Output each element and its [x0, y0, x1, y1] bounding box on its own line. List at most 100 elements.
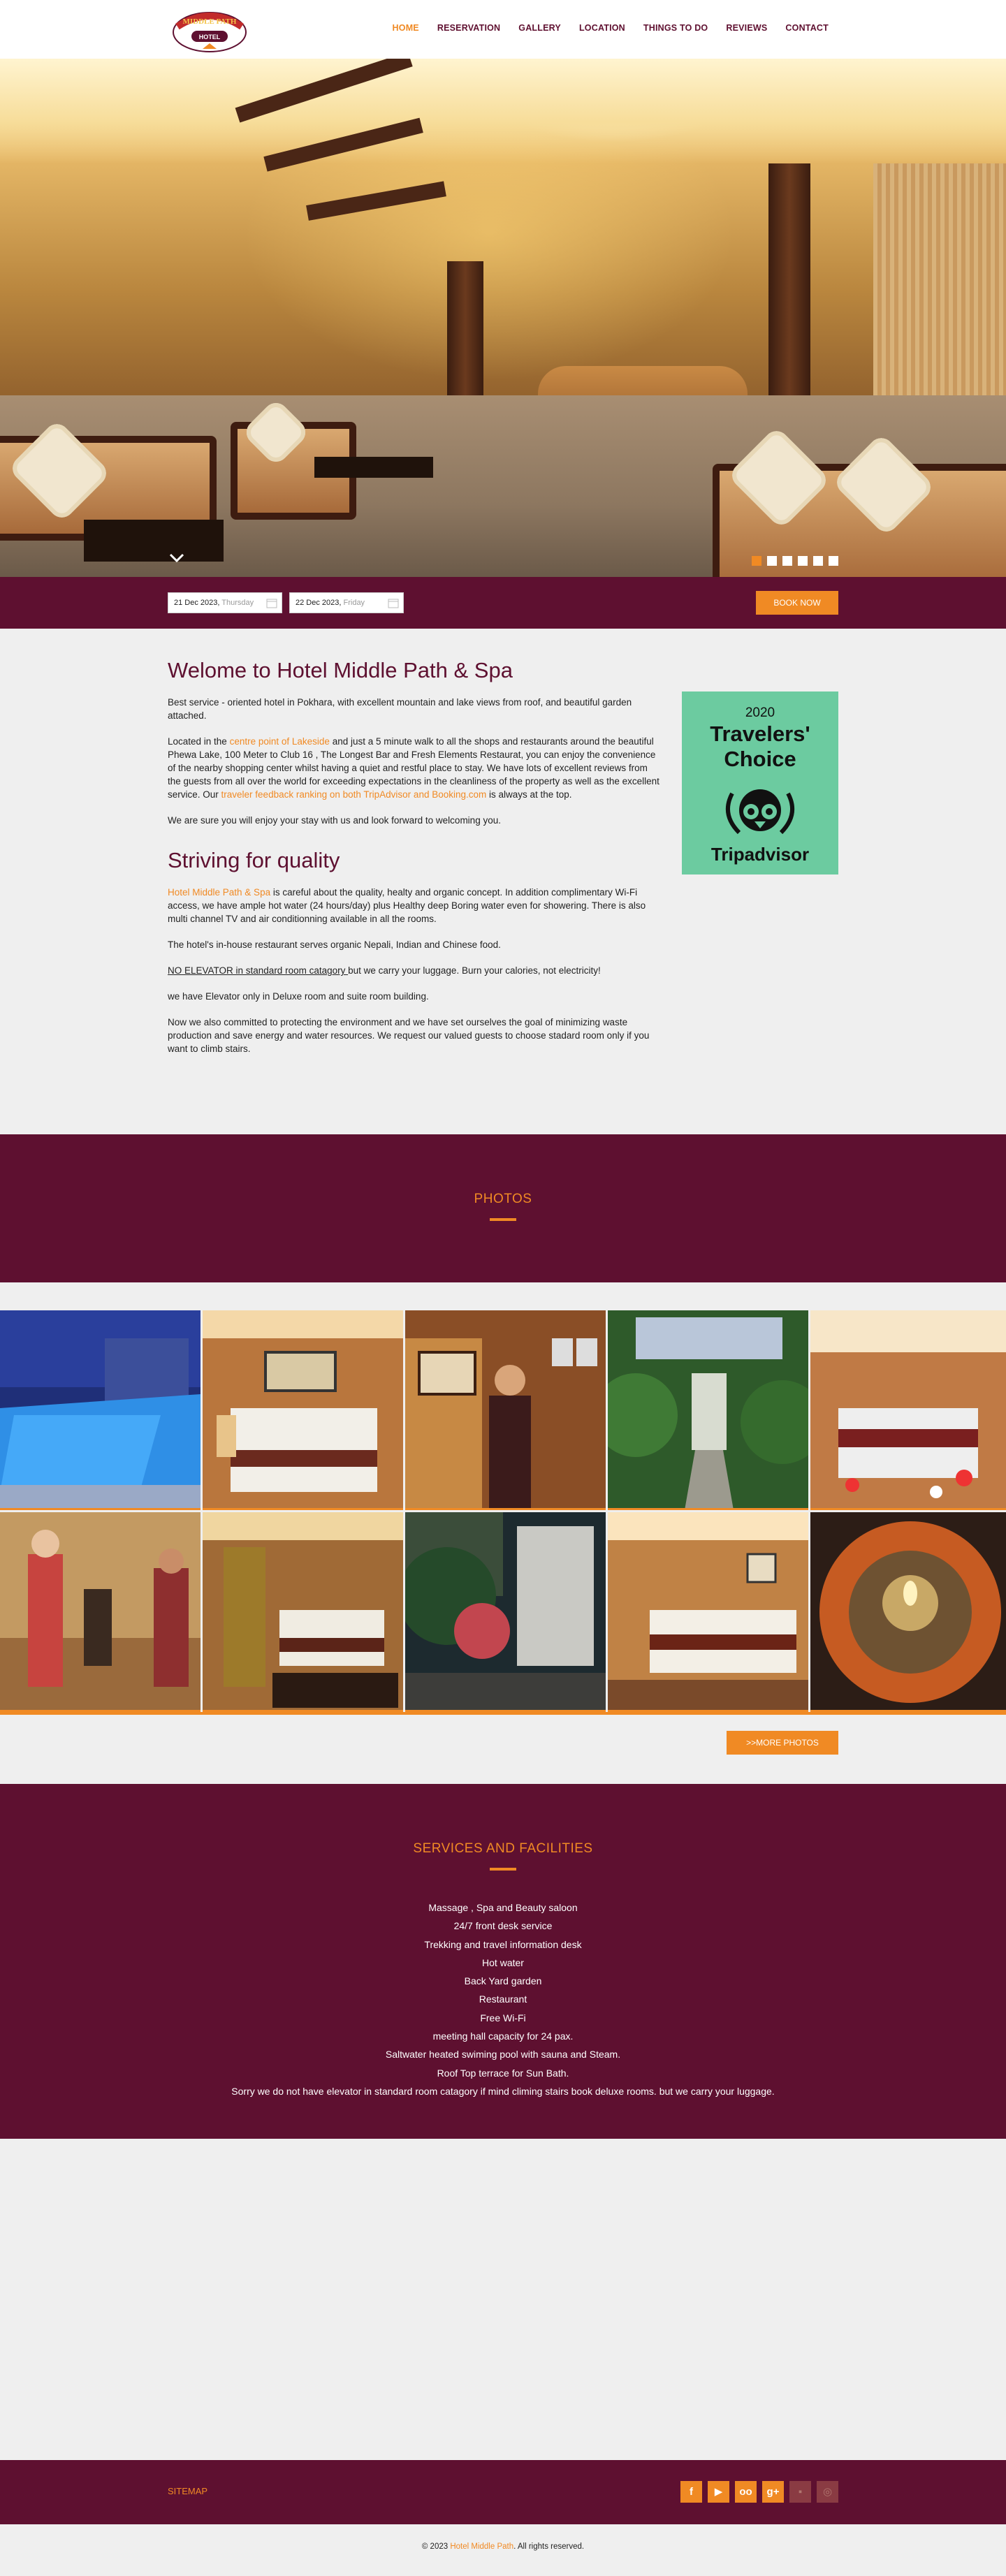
- text-run: but we carry your luggage. Burn your cal…: [348, 965, 601, 976]
- garden-entrance-photo[interactable]: [608, 1310, 808, 1510]
- intro-text: Welome to Hotel Middle Path & Spa Best s…: [168, 658, 660, 1055]
- hero-slider[interactable]: [0, 59, 1006, 577]
- text-run: is always at the top.: [486, 789, 572, 800]
- hero-table: [314, 457, 433, 478]
- nav-contact[interactable]: CONTACT: [785, 23, 829, 33]
- social-links: f ▶ oo g+ ▪ ◎: [680, 2481, 838, 2503]
- photo-gallery: [0, 1310, 1006, 1715]
- text-run: . All rights reserved.: [513, 2542, 585, 2551]
- slider-dot[interactable]: [813, 556, 823, 566]
- checkout-date: 22 Dec 2023,: [296, 599, 342, 607]
- list-item: Sorry we do not have elevator in standar…: [231, 2085, 775, 2097]
- instagram-icon[interactable]: ◎: [817, 2481, 838, 2503]
- more-photos-button[interactable]: >>MORE PHOTOS: [727, 1731, 838, 1755]
- chevron-down-icon[interactable]: [168, 549, 186, 567]
- booking-bar: 21 Dec 2023, Thursday 22 Dec 2023, Frida…: [0, 577, 1006, 629]
- bedroom-photo[interactable]: [203, 1310, 403, 1510]
- photos-title: PHOTOS: [474, 1192, 532, 1206]
- checkout-day: Friday: [343, 599, 365, 607]
- pool-photo[interactable]: [0, 1310, 201, 1510]
- nav-location[interactable]: LOCATION: [579, 23, 625, 33]
- slider-dot[interactable]: [829, 556, 838, 566]
- calendar-icon[interactable]: [266, 597, 277, 608]
- slider-dots: [752, 556, 838, 566]
- text-run: © 2023: [421, 2542, 451, 2551]
- restaurant-paragraph: The hotel's in-house restaurant serves o…: [168, 939, 501, 950]
- calendar-icon[interactable]: [388, 597, 399, 608]
- list-item: Hot water: [482, 1956, 524, 1968]
- page-title: Welome to Hotel Middle Path & Spa: [168, 658, 513, 682]
- flower-lamp-photo[interactable]: [810, 1512, 1006, 1712]
- list-item: Trekking and travel information desk: [424, 1938, 582, 1950]
- twin-room-photo[interactable]: [203, 1512, 403, 1712]
- quality-title: Striving for quality: [168, 848, 340, 872]
- foursquare-icon[interactable]: ▪: [789, 2481, 811, 2503]
- nav-reviews[interactable]: REVIEWS: [726, 23, 767, 33]
- nav-gallery[interactable]: GALLERY: [518, 23, 561, 33]
- hotel-link[interactable]: Hotel Middle Path & Spa: [168, 887, 270, 898]
- hero-table: [84, 520, 224, 562]
- svg-text:HOTEL: HOTEL: [199, 34, 221, 41]
- welcome-paragraph: We are sure you will enjoy your stay wit…: [168, 815, 501, 826]
- tripadvisor-owl-icon: [726, 789, 794, 835]
- slider-dot[interactable]: [798, 556, 808, 566]
- list-item: Saltwater heated swiming pool with sauna…: [385, 2049, 621, 2061]
- double-room-photo[interactable]: [608, 1512, 808, 1712]
- checkin-date-field[interactable]: 21 Dec 2023, Thursday: [168, 592, 282, 613]
- checkin-day: Thursday: [221, 599, 254, 607]
- hotel-logo[interactable]: MIDDLE PATH HOTEL: [168, 3, 252, 56]
- sitemap-link[interactable]: SITEMAP: [168, 2486, 207, 2496]
- nav-home[interactable]: HOME: [393, 23, 419, 33]
- services-title: SERVICES AND FACILITIES: [413, 1841, 593, 1856]
- youtube-icon[interactable]: ▶: [708, 2481, 729, 2503]
- badge-line1: Travelers': [710, 722, 810, 746]
- badge-brand: Tripadvisor: [710, 844, 810, 865]
- list-item: Restaurant: [479, 1993, 527, 2005]
- reception-photo[interactable]: [0, 1512, 201, 1712]
- slider-dot[interactable]: [752, 556, 761, 566]
- svg-text:MIDDLE PATH: MIDDLE PATH: [183, 17, 237, 26]
- services-list: Massage , Spa and Beauty saloon 24/7 fro…: [0, 1898, 1006, 2100]
- site-header: MIDDLE PATH HOTEL HOME RESERVATION GALLE…: [0, 0, 1006, 59]
- hero-ceiling: [0, 59, 1006, 163]
- list-item: meeting hall capacity for 24 pax.: [432, 2030, 574, 2042]
- environment-paragraph: Now we also committed to protecting the …: [168, 1017, 650, 1054]
- text-run: Located in the: [168, 736, 230, 747]
- photos-header: PHOTOS: [0, 1134, 1006, 1282]
- list-item: Roof Top terrace for Sun Bath.: [437, 2067, 569, 2079]
- building-garden-photo[interactable]: [405, 1512, 606, 1712]
- elevator-paragraph: NO ELEVATOR in standard room catagory bu…: [168, 964, 660, 977]
- staff-greeting-photo[interactable]: [405, 1310, 606, 1510]
- intro-paragraph: Best service - oriented hotel in Pokhara…: [168, 697, 632, 721]
- slider-dot[interactable]: [767, 556, 777, 566]
- list-item: 24/7 front desk service: [453, 1920, 553, 1932]
- intro-section: Welome to Hotel Middle Path & Spa Best s…: [168, 629, 838, 1134]
- title-underline: [490, 1218, 516, 1221]
- site-footer: SITEMAP f ▶ oo g+ ▪ ◎: [0, 2460, 1006, 2524]
- decorated-room-photo[interactable]: [810, 1310, 1006, 1510]
- copyright-hotel-link[interactable]: Hotel Middle Path: [450, 2542, 513, 2551]
- checkout-date-field[interactable]: 22 Dec 2023, Friday: [289, 592, 404, 613]
- services-section: SERVICES AND FACILITIES Massage , Spa an…: [0, 1784, 1006, 2139]
- tripadvisor-icon[interactable]: oo: [735, 2481, 757, 2503]
- nav-things-to-do[interactable]: THINGS TO DO: [643, 23, 708, 33]
- list-item: Massage , Spa and Beauty saloon: [428, 1902, 578, 1913]
- main-nav: HOME RESERVATION GALLERY LOCATION THINGS…: [393, 23, 829, 33]
- facebook-icon[interactable]: f: [680, 2481, 702, 2503]
- feedback-link[interactable]: traveler feedback ranking on both TripAd…: [221, 789, 487, 800]
- quality-paragraph: Hotel Middle Path & Spa is careful about…: [168, 886, 660, 925]
- badge-line2: Choice: [724, 747, 796, 771]
- elevator-deluxe-paragraph: we have Elevator only in Deluxe room and…: [168, 991, 429, 1002]
- badge-year: 2020: [745, 705, 775, 720]
- list-item: Back Yard garden: [464, 1975, 542, 1987]
- lakeside-link[interactable]: centre point of Lakeside: [230, 736, 330, 747]
- googleplus-icon[interactable]: g+: [762, 2481, 784, 2503]
- copyright: © 2023 Hotel Middle Path. All rights res…: [0, 2542, 1006, 2551]
- book-now-button[interactable]: BOOK NOW: [756, 591, 838, 615]
- nav-reservation[interactable]: RESERVATION: [437, 23, 500, 33]
- tripadvisor-badge[interactable]: 2020 Travelers' Choice Tripadvisor: [682, 691, 838, 874]
- list-item: Free Wi-Fi: [480, 2012, 526, 2024]
- checkin-date: 21 Dec 2023,: [174, 599, 220, 607]
- slider-dot[interactable]: [782, 556, 792, 566]
- no-elevator-note: NO ELEVATOR in standard room catagory: [168, 965, 349, 976]
